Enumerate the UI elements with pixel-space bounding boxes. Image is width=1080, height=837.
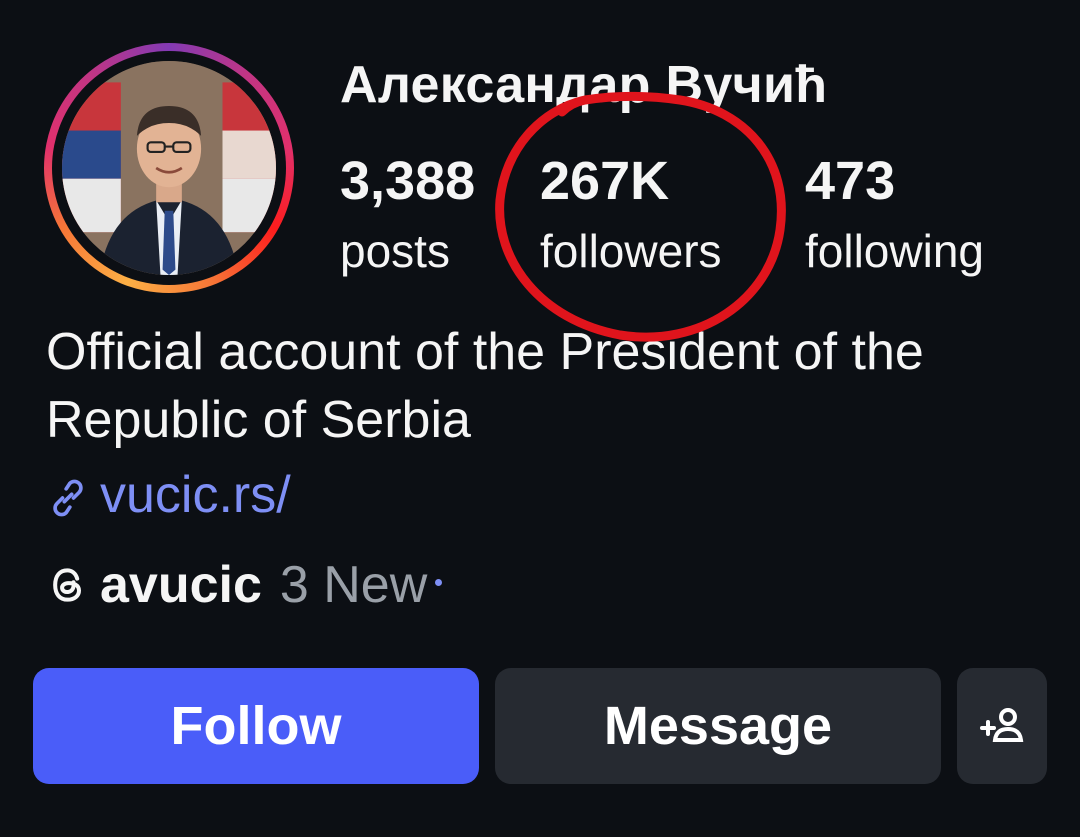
profile-photo — [62, 61, 276, 275]
profile-link-text: vucic.rs/ — [100, 466, 291, 524]
avatar[interactable] — [62, 61, 276, 275]
posts-stat[interactable]: 3,388 posts — [340, 150, 475, 282]
following-count: 473 — [805, 151, 896, 211]
link-icon — [53, 479, 83, 517]
new-indicator-dot — [435, 578, 443, 586]
avatar-story-ring[interactable] — [44, 43, 294, 293]
suggested-users-button[interactable] — [957, 668, 1047, 784]
follow-button[interactable]: Follow — [33, 668, 479, 784]
threads-handle: avucic — [100, 556, 262, 614]
add-person-icon — [980, 708, 1024, 742]
followers-stat[interactable]: 267K followers — [540, 150, 722, 282]
posts-label: posts — [340, 225, 450, 277]
threads-icon — [53, 568, 82, 602]
message-button[interactable]: Message — [495, 668, 941, 784]
profile-bio: Official account of the President of the… — [46, 323, 924, 449]
profile-username: Александар Вучић — [340, 56, 828, 114]
following-stat[interactable]: 473 following — [805, 150, 984, 282]
followers-count: 267K — [540, 151, 670, 211]
posts-count: 3,388 — [340, 151, 476, 211]
followers-label: followers — [540, 225, 722, 277]
threads-new-count: 3 New — [279, 556, 428, 614]
profile-link[interactable]: vucic.rs/ — [46, 465, 291, 525]
threads-badge[interactable]: avucic 3 New — [46, 555, 443, 615]
following-label: following — [805, 225, 984, 277]
